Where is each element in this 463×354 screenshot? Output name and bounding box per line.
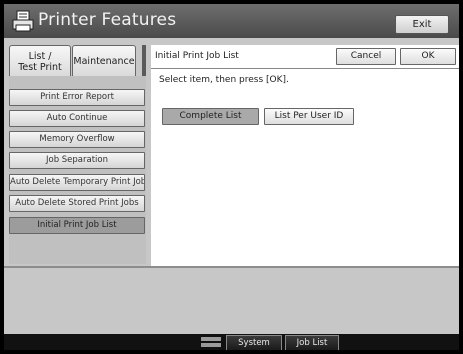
ok-button[interactable]: OK [400,48,456,65]
dialog-title: Initial Print Job List [155,51,239,61]
menu-item-auto-delete-temporary-print-jobs[interactable]: Auto Delete Temporary Print Jobs [9,174,145,191]
dialog-title-bar: Initial Print Job List Cancel OK [151,45,459,69]
printer-features-screen: Printer Features Exit List / Test Print … [4,4,459,350]
menu-item-auto-delete-stored-print-jobs[interactable]: Auto Delete Stored Print Jobs [9,195,145,212]
initial-print-job-list-dialog: Initial Print Job List Cancel OK Select … [151,45,459,266]
page-title: Printer Features [38,10,177,30]
tab-label: List / Test Print [18,50,62,73]
exit-button[interactable]: Exit [395,15,449,34]
instruction-text: Select item, then press [OK]. [159,75,289,85]
complete-list-option[interactable]: Complete List [162,108,259,125]
tab-list-test-print[interactable]: List / Test Print [9,45,71,77]
menu-item-memory-overflow[interactable]: Memory Overflow [9,131,145,148]
list-per-user-id-option[interactable]: List Per User ID [264,108,354,125]
menu-item-job-separation[interactable]: Job Separation [9,152,145,169]
divider [4,266,459,268]
menu-item-print-error-report[interactable]: Print Error Report [9,89,145,106]
tab-maintenance[interactable]: Maintenance [72,45,136,77]
menu-item-auto-continue[interactable]: Auto Continue [9,110,145,127]
cancel-button[interactable]: Cancel [336,48,396,65]
tab-label: Maintenance [73,56,135,67]
menu-item-initial-print-job-list[interactable]: Initial Print Job List [9,217,145,234]
header-bar: Printer Features Exit [4,4,459,38]
status-bar: System Status Job List [4,334,459,350]
printer-icon [12,10,34,32]
job-list-button[interactable]: Job List [285,335,339,350]
system-status-button[interactable]: System Status [226,335,282,350]
indicator-icon [201,337,221,347]
